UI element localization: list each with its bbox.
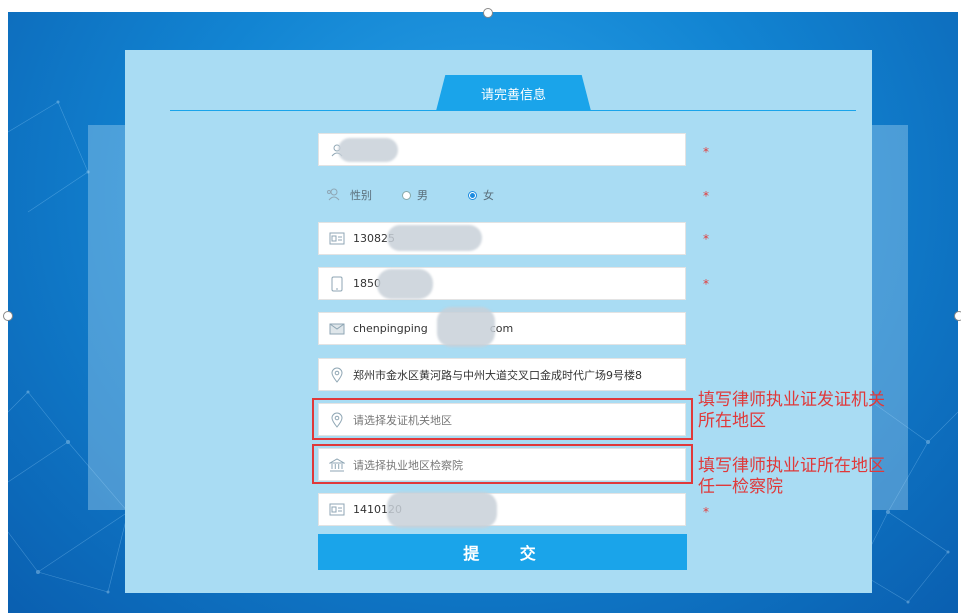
- card-icon: [327, 500, 347, 520]
- highlight-issuing-region: [312, 398, 693, 440]
- id-card-field[interactable]: 130825: [318, 222, 686, 255]
- annotation-issuing-region: 填写律师执业证发证机关 所在地区: [698, 390, 885, 432]
- gender-option-female[interactable]: 女: [483, 187, 494, 203]
- tab-complete-info[interactable]: 请完善信息: [436, 75, 591, 111]
- resize-handle-left[interactable]: [3, 311, 13, 321]
- email-value-prefix: chenpingping: [353, 322, 428, 335]
- redaction-phone: [377, 269, 433, 299]
- gender-icon: [326, 187, 342, 204]
- panel-backdrop-right: [870, 125, 908, 510]
- resize-handle-right[interactable]: [954, 311, 961, 321]
- phone-icon: [327, 274, 347, 294]
- license-field[interactable]: 1410120: [318, 493, 686, 526]
- redaction-name: [338, 138, 398, 162]
- tab-label: 请完善信息: [480, 87, 546, 103]
- annotation-procuratorate-line1: 填写律师执业证所在地区: [698, 456, 885, 476]
- gender-radio-female[interactable]: [468, 190, 477, 200]
- panel-backdrop-left: [88, 125, 128, 510]
- email-field[interactable]: chenpingping com: [318, 312, 686, 345]
- gender-label: 性别: [350, 189, 372, 202]
- resize-handle-top[interactable]: [483, 8, 493, 18]
- annotation-issuing-line1: 填写律师执业证发证机关: [698, 390, 885, 410]
- gender-row: 性别 男 女: [326, 185, 494, 205]
- location-icon: [327, 365, 347, 385]
- mail-icon: [327, 319, 347, 339]
- redaction-id-card: [387, 225, 482, 251]
- annotation-issuing-line2: 所在地区: [698, 411, 766, 431]
- redaction-license: [387, 492, 497, 528]
- gender-option-male[interactable]: 男: [417, 187, 428, 203]
- annotation-procuratorate-line2: 任一检察院: [698, 477, 783, 497]
- annotation-procuratorate: 填写律师执业证所在地区 任一检察院: [698, 456, 885, 498]
- address-field[interactable]: 郑州市金水区黄河路与中州大道交叉口金成时代广场9号楼8: [318, 358, 686, 391]
- redaction-email: [437, 307, 495, 347]
- required-mark-name: *: [703, 145, 709, 159]
- address-value: 郑州市金水区黄河路与中州大道交叉口金成时代广场9号楼8: [353, 368, 642, 382]
- id-card-icon: [327, 229, 347, 249]
- phone-field[interactable]: 1850: [318, 267, 686, 300]
- required-mark-phone: *: [703, 277, 709, 291]
- required-mark-license: *: [703, 505, 709, 519]
- required-mark-id-card: *: [703, 232, 709, 246]
- tab-underline: [170, 110, 856, 111]
- required-mark-gender: *: [703, 189, 709, 203]
- submit-button[interactable]: 提 交: [318, 534, 687, 570]
- form-panel: 请完善信息 * 性别 男 女 * 130825 * 1850 * chenpin…: [125, 50, 872, 593]
- highlight-procuratorate: [312, 444, 693, 484]
- gender-radio-male[interactable]: [402, 190, 411, 200]
